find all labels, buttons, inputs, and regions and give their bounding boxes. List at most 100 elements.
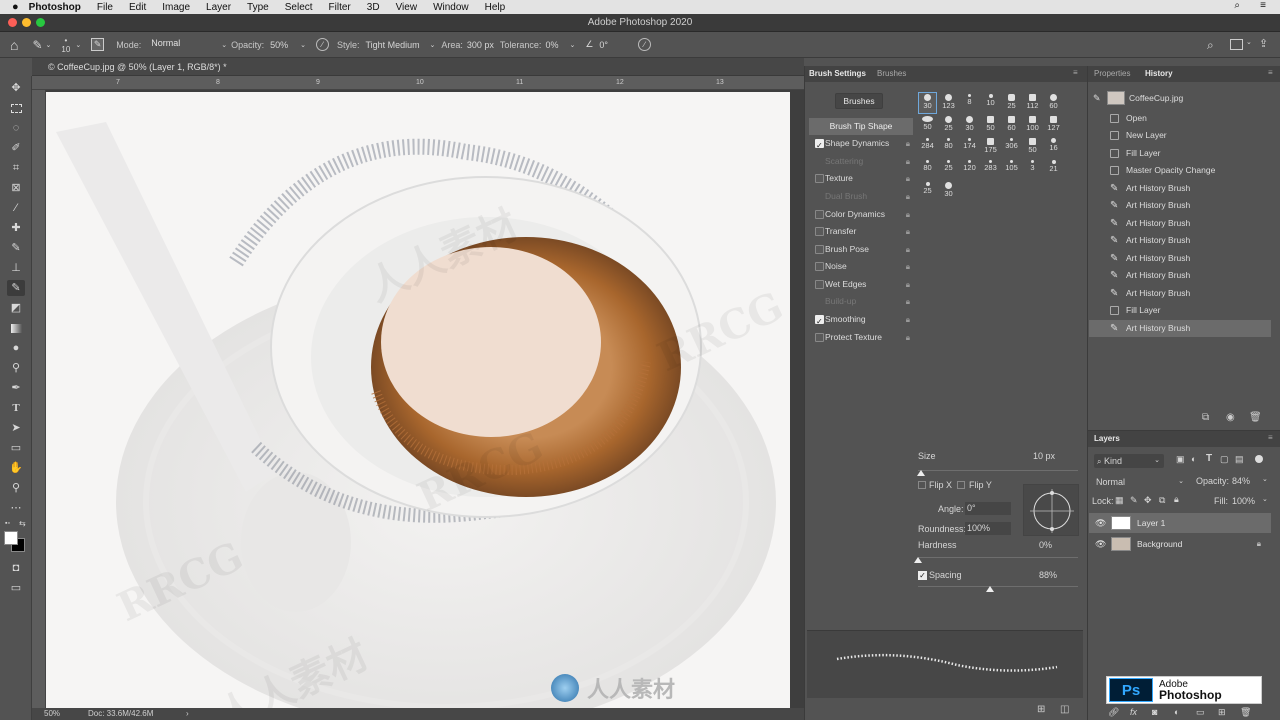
filter-toggle-icon[interactable] [1255,455,1263,463]
option-wet-edges[interactable]: Wet Edges 🔒︎ [809,276,913,293]
layer-row[interactable]: 👁︎ Layer 1 [1089,513,1271,533]
left-ruler[interactable] [32,90,46,708]
checkbox[interactable] [815,333,824,342]
brush-tip-shape-option[interactable]: Brush Tip Shape [809,118,913,135]
blend-mode-select[interactable]: Normal ⌄ [1094,475,1186,489]
brush-tip[interactable]: 284 [919,137,936,157]
zoom-level[interactable]: 50% [44,708,60,720]
lock-icon[interactable]: 🔒︎ [906,258,910,275]
tab-brush-settings[interactable]: Brush Settings [805,66,870,82]
brush-tip[interactable]: 3 [1024,159,1041,179]
hardness-slider-thumb[interactable] [914,557,922,563]
brush-settings-toggle-icon[interactable]: ✎ [91,38,105,51]
document-tab[interactable]: © CoffeeCup.jpg @ 50% (Layer 1, RGB/8*) … [32,58,804,76]
pressure-opacity-icon[interactable]: ∕ [315,38,329,51]
lock-icon[interactable]: 🔒︎ [906,276,910,293]
menu-3d[interactable]: 3D [367,2,380,13]
home-icon[interactable]: ⌂ [10,37,18,53]
new-layer-icon[interactable]: ⊞ [1218,707,1226,718]
history-item[interactable]: ✎ Art History Brush [1089,250,1271,267]
eraser-tool-icon[interactable]: ◩ [7,300,25,316]
link-layers-icon[interactable]: 🔗︎ [1108,707,1119,718]
lock-icon[interactable]: 🔒︎ [906,241,910,258]
option-noise[interactable]: Noise 🔒︎ [809,258,913,275]
brush-tip[interactable]: 25 [1003,93,1020,113]
brush-tip[interactable]: 8 [961,93,978,113]
quick-mask-icon[interactable]: ◘ [7,560,25,576]
checkbox[interactable] [815,174,824,183]
workspace-icon[interactable] [1230,39,1243,50]
history-item[interactable]: New Layer [1089,127,1271,144]
brush-tip[interactable]: 30 [940,181,957,201]
lock-icon[interactable]: 🔒︎ [906,223,910,240]
lock-icon[interactable]: 🔒︎ [906,293,910,310]
eyedropper-tool-icon[interactable]: ⁄ [7,200,25,216]
size-value[interactable]: 10 px [1033,451,1055,461]
create-new-brush-icon[interactable]: ⊞ [1037,704,1045,715]
brush-tip[interactable]: 50 [982,115,999,135]
option-color-dynamics[interactable]: Color Dynamics 🔒︎ [809,206,913,223]
checkbox[interactable] [815,262,824,271]
brush-tip[interactable]: 50 [1024,137,1041,157]
history-item[interactable]: ✎ Art History Brush [1089,285,1271,302]
chevron-down-icon[interactable]: ⌄ [1262,495,1268,503]
roundness-field[interactable]: 100% [965,522,1011,535]
lock-all-icon[interactable]: 🔒︎ [1174,494,1179,505]
apple-icon[interactable]: ● [12,1,19,13]
option-dual-brush[interactable]: Dual Brush 🔒︎ [809,188,913,205]
menu-image[interactable]: Image [162,2,190,13]
create-snapshot-icon[interactable]: ◉ [1226,412,1235,423]
brush-tip[interactable]: 25 [940,115,957,135]
menu-file[interactable]: File [97,2,113,13]
brush-tip[interactable]: 175 [982,137,999,157]
brush-tip[interactable]: 80 [940,137,957,157]
history-item[interactable]: ✎ Art History Brush [1089,232,1271,249]
layer-row[interactable]: 👁︎ Background 🔒︎ [1089,534,1271,554]
history-item[interactable]: Open [1089,110,1271,127]
brush-tip[interactable]: 123 [940,93,957,113]
tab-history[interactable]: History [1141,66,1177,82]
filter-type-icon[interactable]: T [1206,453,1212,464]
art-history-brush-tool-icon[interactable]: ✎ [7,280,25,296]
checkbox[interactable] [815,245,824,254]
lock-icon[interactable]: 🔒︎ [906,311,910,328]
tolerance-value[interactable]: 0% [545,40,565,50]
lasso-tool-icon[interactable]: ◌ [7,120,25,136]
dodge-tool-icon[interactable]: ⚲ [7,360,25,376]
checkbox[interactable] [815,227,824,236]
style-value[interactable]: Tight Medium [365,40,429,50]
layer-opacity-value[interactable]: 84% [1232,476,1250,486]
create-document-from-state-icon[interactable]: ⧉ [1202,412,1209,423]
menu-type[interactable]: Type [247,2,269,13]
chevron-down-icon[interactable]: ⌄ [1246,38,1252,46]
angle-value[interactable]: 0° [599,40,608,50]
art-history-brush-preset-icon[interactable]: ✎ [32,38,42,52]
toggle-brush-preview-icon[interactable]: ◫ [1060,704,1069,715]
menu-window[interactable]: Window [433,2,469,13]
lock-icon[interactable]: 🔒︎ [906,329,910,346]
history-item[interactable]: ✎ Art History Brush [1089,180,1271,197]
spacing-value[interactable]: 88% [1039,570,1057,580]
brush-tool-icon[interactable]: ✎ [7,240,25,256]
brush-tip[interactable]: 25 [919,181,936,201]
history-item[interactable]: Fill Layer [1089,145,1271,162]
blur-tool-icon[interactable]: ● [7,340,25,356]
size-slider-track[interactable] [918,470,1078,471]
brush-tip[interactable]: 174 [961,137,978,157]
tab-layers[interactable]: Layers [1090,431,1124,447]
history-item-selected[interactable]: ✎ Art History Brush [1089,320,1271,337]
eye-icon[interactable]: 👁︎ [1095,513,1106,533]
pen-tool-icon[interactable]: ✒ [7,380,25,396]
filter-smart-object-icon[interactable]: ▤ [1235,454,1244,465]
brush-tip[interactable]: 60 [1003,115,1020,135]
tab-properties[interactable]: Properties [1090,66,1134,82]
pressure-size-icon[interactable]: ∕ [638,38,651,51]
brush-tip[interactable]: 16 [1045,137,1062,157]
canvas-area[interactable]: RRCG 人人素材 RRCG 人人素材 RRCG 人人素材 [46,90,804,708]
eye-icon[interactable]: 👁︎ [1095,534,1106,554]
flip-y-checkbox[interactable] [957,481,965,489]
panel-menu-icon[interactable]: ≡ [1268,433,1273,442]
size-slider-thumb[interactable] [917,470,926,476]
chevron-down-icon[interactable]: ⌄ [429,41,435,49]
document-canvas[interactable]: RRCG 人人素材 RRCG 人人素材 RRCG 人人素材 [46,92,790,708]
